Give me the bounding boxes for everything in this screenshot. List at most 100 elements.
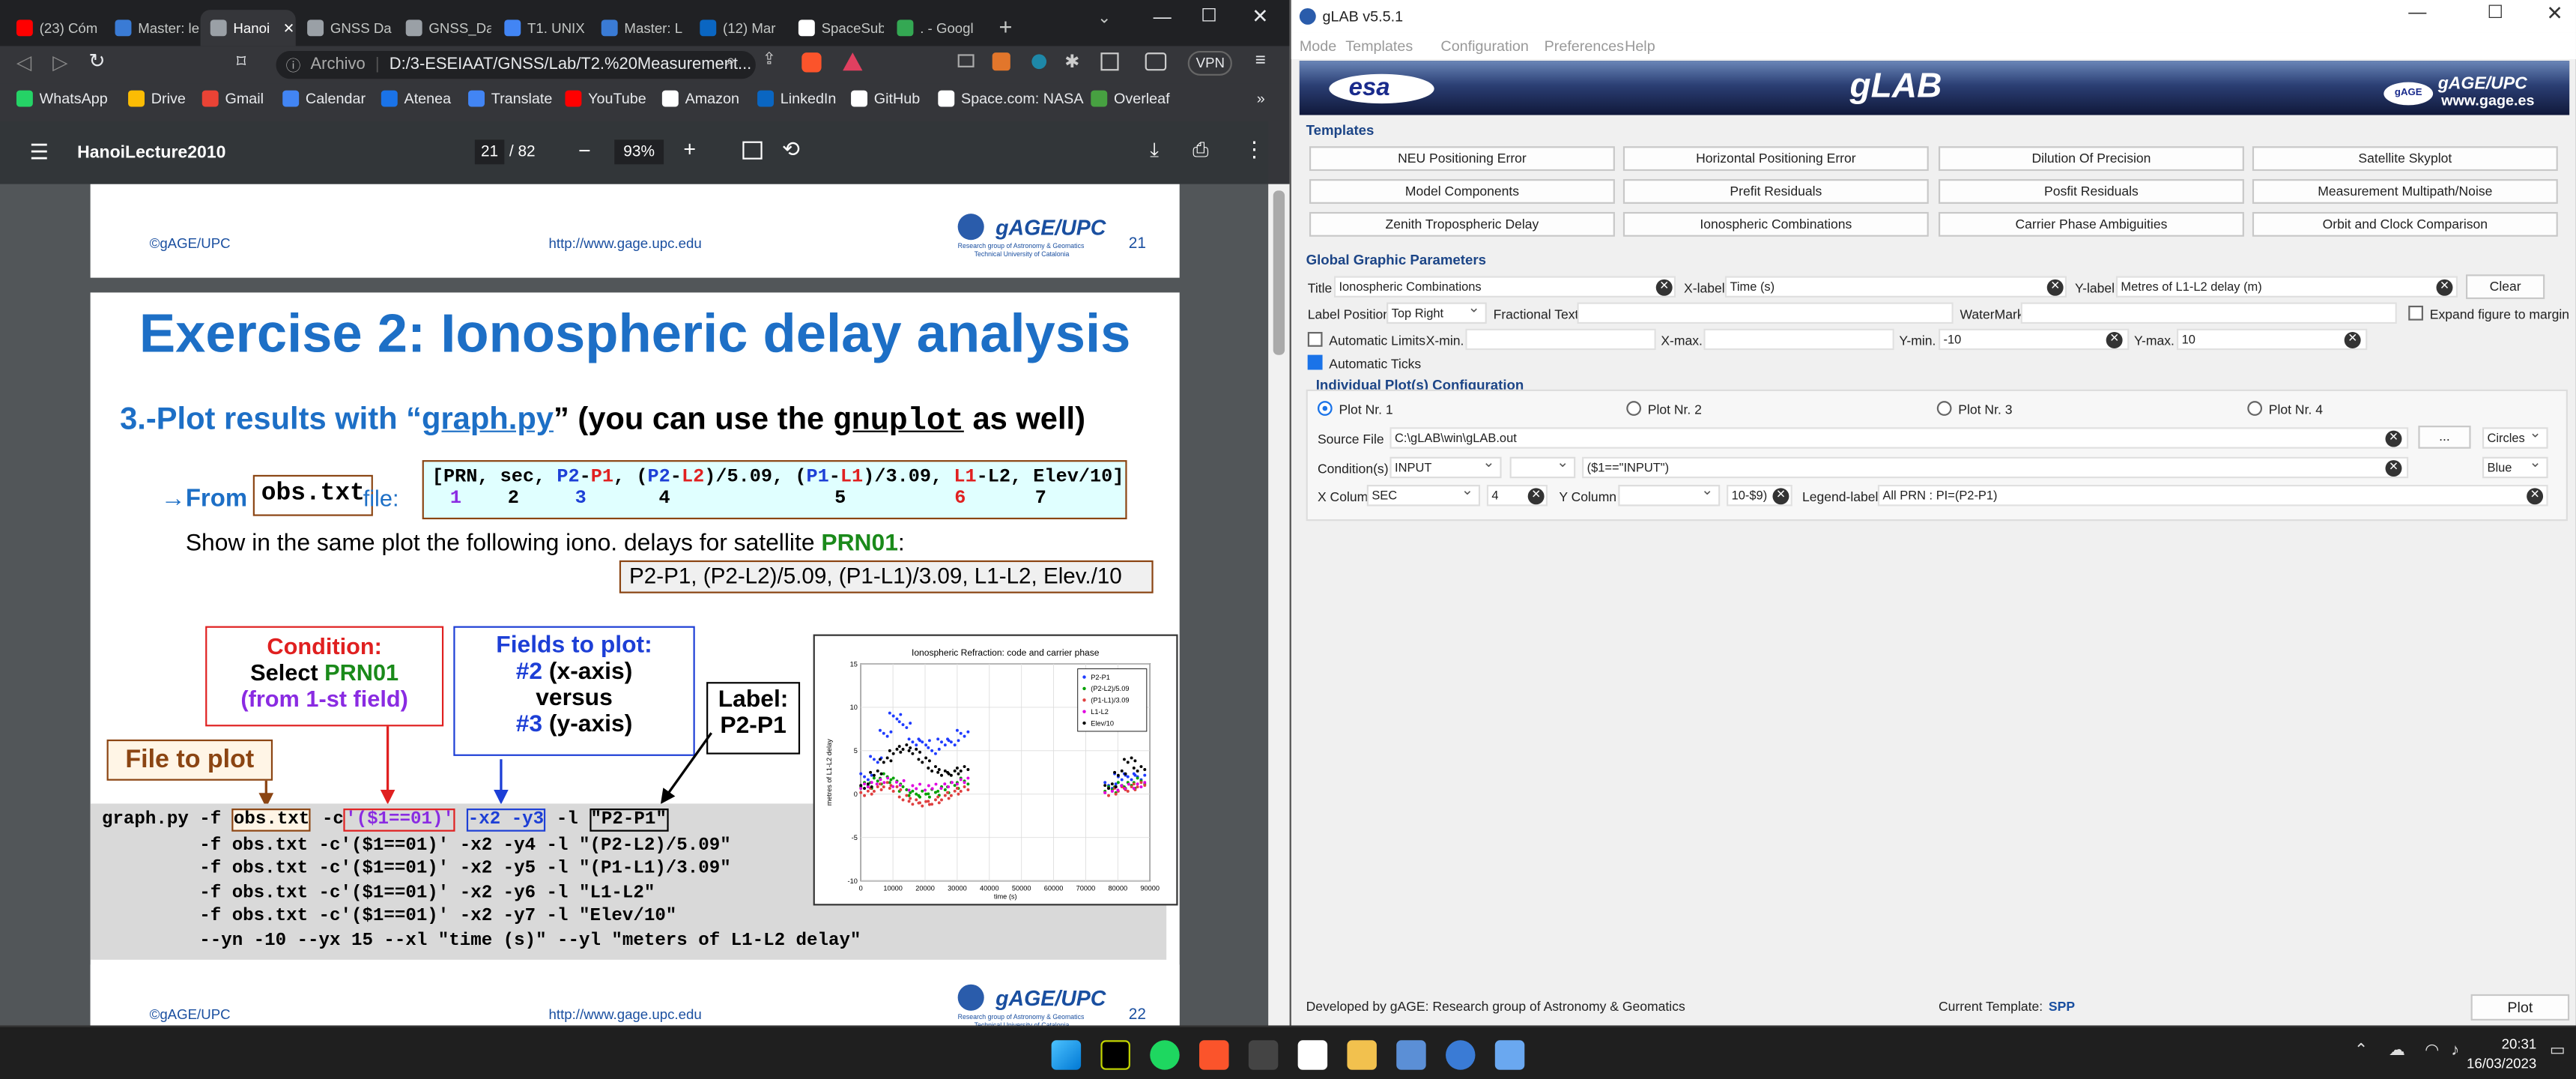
template-satellite-skyplot[interactable]: Satellite Skyplot [2252,146,2558,172]
tab-9[interactable]: . - Googl [887,10,986,46]
brave-taskbar-icon[interactable] [1199,1040,1229,1070]
print-icon[interactable]: ⎙ [1192,138,1208,163]
clear-ylabel-icon[interactable]: ✕ [2436,279,2453,296]
menu-templates[interactable]: Templates [1345,37,1413,54]
fractional-text-input[interactable] [1577,302,1954,324]
bookmark-8[interactable]: LinkedIn [757,90,836,107]
label-position-select[interactable]: Top Right [1387,302,1487,324]
calculator-icon[interactable] [1396,1040,1426,1070]
ymax-input[interactable]: 10 [2176,328,2368,351]
template-ionospheric-combinations[interactable]: Ionospheric Combinations [1622,211,1929,237]
clear-condition-icon[interactable]: ✕ [2385,460,2402,477]
new-tab-button[interactable]: + [998,13,1012,40]
menu-help[interactable]: Help [1625,37,1655,54]
clear-button[interactable]: Clear [2465,274,2545,300]
glab-close-button[interactable]: ✕ [2546,1,2563,25]
onedrive-icon[interactable]: ☁ [2389,1042,2405,1060]
rotate-icon[interactable]: ⟲ [782,136,800,163]
clear-ymax-icon[interactable]: ✕ [2344,332,2361,348]
plot-radio-2[interactable] [1626,401,1642,416]
auto-limits-checkbox[interactable] [1307,332,1323,347]
xmin-input[interactable] [1465,328,1656,351]
tab-close-icon[interactable]: ✕ [283,19,295,37]
clear-ymin-icon[interactable]: ✕ [2106,332,2123,348]
bookmark-10[interactable]: Space.com: NASA [938,90,1083,107]
clear-xlabel-icon[interactable]: ✕ [2046,279,2064,296]
glab-minimize-button[interactable]: — [2408,3,2426,22]
address-bar[interactable]: ⓘ Archivo | D:/3-ESEIAAT/GNSS/Lab/T2.%20… [276,50,756,79]
menu-preferences[interactable]: Preferences [1545,37,1624,54]
bookmark-5[interactable]: Translate [468,90,552,107]
more-bookmarks-button[interactable]: » [1257,91,1265,107]
clock-time[interactable]: 20:31 [2484,1036,2537,1052]
tab-0[interactable]: (23) Cóm [7,10,102,46]
watermark-input[interactable] [2020,302,2397,324]
tab-7[interactable]: (12) Mar [690,10,785,46]
bookmark-1[interactable]: Drive [128,90,186,107]
ylabel-input[interactable]: Metres of L1-L2 delay (m) [2115,276,2458,297]
close-window-button[interactable]: ✕ [1252,5,1268,28]
template-zenith-tropospheric-delay[interactable]: Zenith Tropospheric Delay [1309,211,1615,237]
clear-title-icon[interactable]: ✕ [1655,279,1673,296]
glab-taskbar-icon[interactable] [1446,1040,1476,1070]
extension-icon[interactable] [1031,54,1047,70]
scrollbar-thumb[interactable] [1273,190,1285,355]
bookmark-3[interactable]: Calendar [282,90,366,107]
bookmark-icon[interactable]: ⌑ [237,51,246,72]
app-taskbar-icon[interactable] [1248,1040,1279,1070]
xmax-input[interactable] [1703,328,1894,351]
bookmark-4[interactable]: Atenea [381,90,451,107]
xcol-select[interactable]: SEC [1366,484,1481,507]
tab-1[interactable]: Master: le [105,10,200,46]
ycol-select[interactable] [1618,484,1721,507]
tab-4[interactable]: GNSS_Da [396,10,491,46]
legend-input[interactable]: All PRN : PI=(P2-P1) [1877,484,2548,507]
back-icon[interactable]: ◁ [16,51,31,74]
zoom-in-button[interactable]: + [683,136,696,161]
tab-5[interactable]: T1. UNIX [494,10,590,46]
tab-search-icon[interactable]: ⌄ [1097,10,1111,28]
pdf-more-icon[interactable]: ⋮ [1243,136,1265,163]
sidebar-icon[interactable] [1100,52,1119,71]
notion-icon[interactable] [1297,1040,1328,1070]
tab-8[interactable]: SpaceSub [789,10,884,46]
share-icon[interactable]: ⇪ [763,51,776,69]
condition-select-2[interactable] [1509,456,1576,479]
condition-select-1[interactable]: INPUT [1389,456,1502,479]
reload-icon[interactable]: ↻ [88,49,105,73]
tray-chevron-icon[interactable]: ⌃ [2354,1042,2368,1060]
bookmark-7[interactable]: Amazon [661,90,739,107]
bookmark-6[interactable]: YouTube [565,90,646,107]
pdf-menu-icon[interactable]: ☰ [29,139,49,166]
windows-start-icon[interactable] [1051,1040,1082,1070]
extensions-puzzle-icon[interactable]: ✱ [1064,51,1079,72]
tab-2[interactable]: Hanoi ✕ [200,10,296,46]
fit-page-icon[interactable] [742,141,763,160]
vpn-button[interactable]: VPN [1187,50,1233,76]
template-orbit-and-clock-comparison[interactable]: Orbit and Clock Comparison [2252,211,2558,237]
template-posfit-residuals[interactable]: Posfit Residuals [1938,179,2244,204]
template-carrier-phase-ambiguities[interactable]: Carrier Phase Ambiguities [1938,211,2244,237]
brave-shields-icon[interactable] [801,52,822,73]
mail-icon[interactable] [957,54,975,67]
notepad-icon[interactable] [1494,1040,1525,1070]
xlabel-input[interactable]: Time (s) [1724,276,2067,297]
tab-6[interactable]: Master: L [592,10,687,46]
template-prefit-residuals[interactable]: Prefit Residuals [1622,179,1929,204]
zoom-input[interactable]: 93% [614,139,664,165]
marker-select[interactable]: Circles [2482,427,2548,449]
plot-button[interactable]: Plot [2470,994,2570,1021]
auto-ticks-checkbox[interactable] [1307,354,1323,370]
file-explorer-icon[interactable] [1347,1040,1377,1070]
metamask-icon[interactable] [992,52,1010,71]
source-file-input[interactable]: C:\gLAB\win\gLAB.out [1389,427,2409,449]
minimize-button[interactable]: — [1154,8,1172,28]
maximize-button[interactable]: ☐ [1201,5,1217,26]
condition-input[interactable]: ($1=="INPUT") [1582,456,2409,479]
expand-checkbox[interactable] [2408,305,2423,321]
plot-radio-3[interactable] [1936,401,1952,416]
clock-date[interactable]: 16/03/2023 [2464,1055,2536,1072]
template-model-components[interactable]: Model Components [1309,179,1615,204]
template-neu-positioning-error[interactable]: NEU Positioning Error [1309,146,1615,172]
template-horizontal-positioning-error[interactable]: Horizontal Positioning Error [1622,146,1929,172]
